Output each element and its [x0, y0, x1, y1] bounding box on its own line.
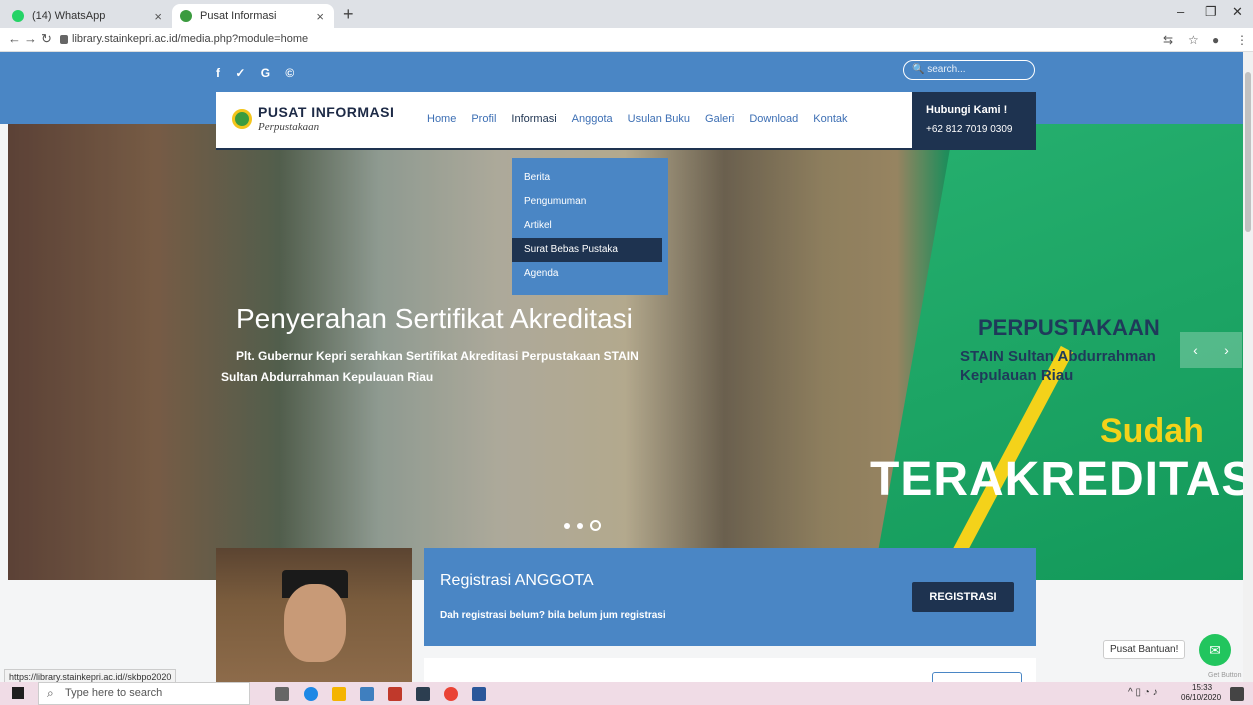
web-page: f ✓ G © 🔍 search... PERPUSTAKAAN STAIN S…	[0, 52, 1243, 682]
slider-arrows: ‹ ›	[1180, 332, 1242, 368]
taskbar-search-placeholder: Type here to search	[65, 687, 163, 699]
banner-stain: STAIN Sultan Abdurrahman	[960, 348, 1156, 365]
slide-dot[interactable]	[564, 522, 570, 529]
banner-perpustakaan: PERPUSTAKAAN	[978, 315, 1160, 340]
minimize-icon[interactable]: –	[1177, 4, 1184, 19]
banner-terakreditasi: TERAKREDITASI	[870, 453, 1243, 506]
browser-tab-bar: (14) WhatsApp × Pusat Informasi × + – ❐ …	[0, 0, 1253, 28]
clock-time[interactable]: 15:33	[1192, 683, 1212, 692]
slide-subtitle-2: Sultan Abdurrahman Kepulauan Riau	[221, 370, 434, 384]
get-button-credit[interactable]: Get Button	[1208, 672, 1241, 679]
slide-dot[interactable]	[577, 522, 583, 529]
edge-icon[interactable]	[304, 687, 318, 701]
contact-box: Hubungi Kami ! +62 812 7019 0309	[912, 92, 1036, 150]
next-slide-icon[interactable]: ›	[1224, 342, 1229, 358]
nav-galeri[interactable]: Galeri	[705, 113, 734, 125]
whatsapp-favicon-icon	[12, 10, 24, 22]
registration-title: Registrasi ANGGOTA	[440, 572, 594, 589]
chrome-icon[interactable]	[444, 687, 458, 701]
tab-whatsapp[interactable]: (14) WhatsApp ×	[4, 4, 172, 28]
logo-icon[interactable]	[232, 109, 252, 129]
profile-avatar-icon[interactable]: ●	[1212, 33, 1219, 47]
taskbar-search-input[interactable]: ⌕ Type here to search	[38, 682, 250, 705]
social-icons[interactable]: f ✓ G ©	[216, 66, 300, 80]
nav-usulan-buku[interactable]: Usulan Buku	[628, 113, 690, 125]
main-navbar: PUSAT INFORMASI Perpustakaan Home Profil…	[216, 92, 1036, 150]
profile-photo	[216, 548, 412, 682]
url-field[interactable]: library.stainkepri.ac.id/media.php?modul…	[72, 33, 308, 45]
status-bar-url: https://library.stainkepri.ac.id//skbpo2…	[4, 669, 177, 682]
registration-panel: Registrasi ANGGOTA Dah registrasi belum?…	[424, 548, 1036, 646]
nav-profil[interactable]: Profil	[471, 113, 496, 125]
close-tab-icon[interactable]: ×	[316, 9, 324, 24]
banner-sudah: Sudah	[1100, 412, 1204, 450]
nav-download[interactable]: Download	[749, 113, 798, 125]
registrasi-button[interactable]: REGISTRASI	[912, 582, 1014, 612]
forward-icon[interactable]: →	[24, 31, 37, 46]
nav-menu: Home Profil Informasi Anggota Usulan Buk…	[427, 113, 848, 125]
registration-subtitle: Dah registrasi belum? bila belum jum reg…	[440, 610, 666, 621]
prev-slide-icon[interactable]: ‹	[1193, 342, 1198, 358]
file-explorer-icon[interactable]	[332, 687, 346, 701]
nav-anggota[interactable]: Anggota	[572, 113, 613, 125]
back-icon[interactable]: ←	[8, 31, 21, 46]
nav-informasi[interactable]: Informasi	[511, 113, 556, 125]
notification-icon[interactable]	[1230, 687, 1244, 701]
tab-title: (14) WhatsApp	[32, 10, 106, 22]
bookmark-star-icon[interactable]: ☆	[1188, 33, 1199, 47]
tab-title: Pusat Informasi	[200, 10, 277, 22]
informasi-dropdown: Berita Pengumuman Artikel Surat Bebas Pu…	[512, 158, 668, 295]
nav-kontak[interactable]: Kontak	[813, 113, 847, 125]
lock-icon	[60, 35, 68, 44]
close-window-icon[interactable]: ✕	[1232, 4, 1243, 20]
dropdown-item-berita[interactable]: Berita	[512, 166, 668, 190]
menu-dots-icon[interactable]: ⋮	[1236, 33, 1248, 47]
slide-title: Penyerahan Sertifikat Akreditasi	[236, 303, 633, 334]
logo-title[interactable]: PUSAT INFORMASI	[258, 104, 394, 120]
reload-icon[interactable]: ↻	[41, 31, 52, 47]
word-icon[interactable]	[472, 687, 486, 701]
logo-subtitle: Perpustakaan	[258, 121, 320, 133]
translate-icon[interactable]: ⇆	[1163, 33, 1173, 47]
dropdown-item-surat-bebas-pustaka[interactable]: Surat Bebas Pustaka	[512, 238, 662, 262]
site-favicon-icon	[180, 10, 192, 22]
system-tray-icons[interactable]: ^ ▯ ◔ ♪	[1128, 687, 1158, 698]
help-label[interactable]: Pusat Bantuan!	[1103, 640, 1186, 659]
nav-home[interactable]: Home	[427, 113, 456, 125]
office-icon[interactable]	[388, 687, 402, 701]
app-icon[interactable]	[416, 687, 430, 701]
tab-pusat-informasi[interactable]: Pusat Informasi ×	[172, 4, 334, 28]
windows-start-icon[interactable]	[12, 687, 24, 699]
close-tab-icon[interactable]: ×	[154, 9, 162, 24]
search-input[interactable]: 🔍 search...	[903, 60, 1035, 80]
chat-help-icon[interactable]: ✉	[1199, 634, 1231, 666]
dropdown-item-artikel[interactable]: Artikel	[512, 214, 668, 238]
address-bar: ← → ↻ library.stainkepri.ac.id/media.php…	[0, 28, 1253, 52]
banner-kepri: Kepulauan Riau	[960, 367, 1074, 384]
slide-dot-active[interactable]	[590, 520, 601, 531]
search-icon: ⌕	[47, 686, 54, 700]
contact-phone[interactable]: +62 812 7019 0309	[926, 124, 1022, 135]
page-scrollbar[interactable]	[1243, 52, 1253, 682]
content-card	[424, 658, 1036, 682]
clock-date[interactable]: 06/10/2020	[1181, 693, 1221, 702]
slider-dots	[564, 520, 601, 531]
new-tab-button[interactable]: +	[343, 4, 354, 25]
card-button[interactable]	[932, 672, 1022, 682]
task-view-icon[interactable]	[275, 687, 289, 701]
contact-heading: Hubungi Kami !	[926, 104, 1008, 116]
maximize-icon[interactable]: ❐	[1205, 4, 1217, 20]
slide-subtitle: Plt. Gubernur Kepri serahkan Sertifikat …	[236, 349, 639, 363]
windows-taskbar: ⌕ Type here to search ^ ▯ ◔ ♪ 15:33 06/1…	[0, 682, 1253, 705]
dropdown-item-agenda[interactable]: Agenda	[512, 262, 668, 286]
store-icon[interactable]	[360, 687, 374, 701]
dropdown-item-pengumuman[interactable]: Pengumuman	[512, 190, 668, 214]
